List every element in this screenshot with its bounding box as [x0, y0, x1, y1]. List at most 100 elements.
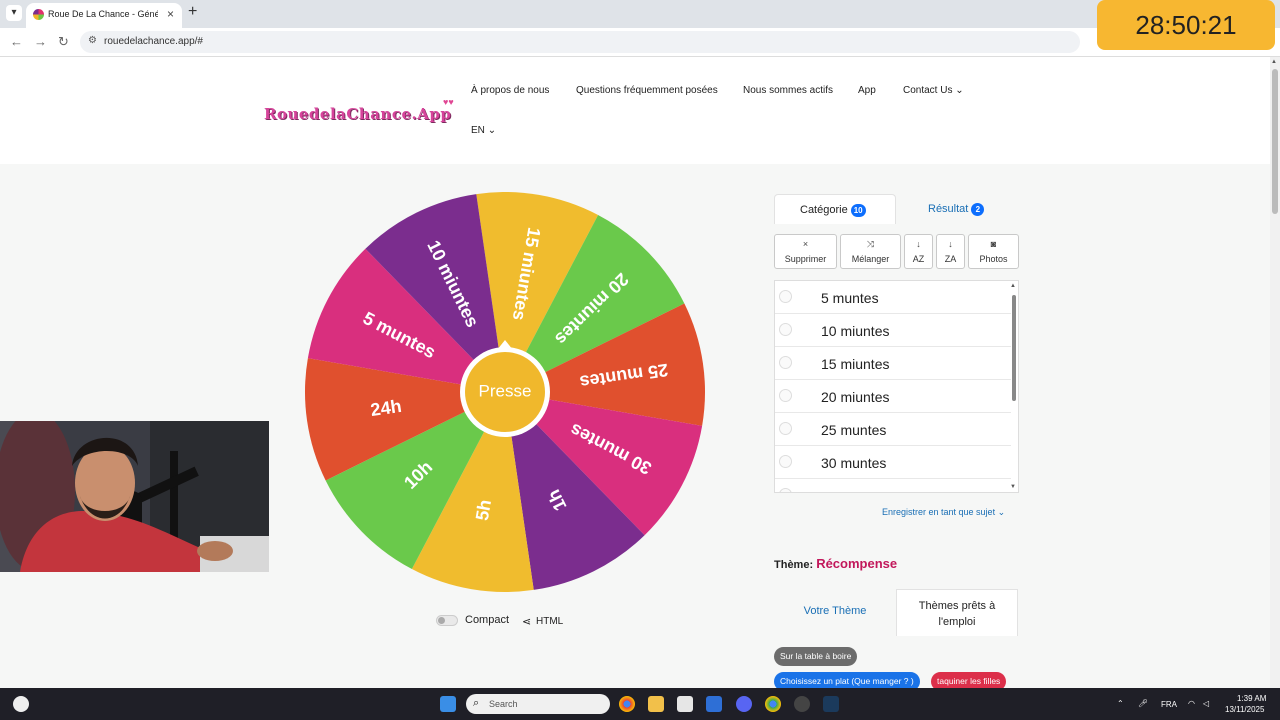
- taskbar-search[interactable]: ⌕ Search: [466, 694, 610, 714]
- tab-close-icon[interactable]: ×: [167, 7, 174, 21]
- item-radio[interactable]: [779, 455, 792, 468]
- start-icon[interactable]: [440, 696, 456, 712]
- list-item[interactable]: 20 miuntes: [775, 380, 1011, 413]
- list-item-partial[interactable]: [775, 479, 1011, 492]
- item-text[interactable]: 10 miuntes: [821, 323, 889, 339]
- tab-result-label: Résultat 2: [928, 203, 985, 216]
- scroll-up-icon[interactable]: ▲: [1010, 283, 1016, 289]
- nav-app[interactable]: App: [858, 85, 876, 96]
- search-icon: ⌕: [473, 697, 480, 709]
- sort-za-button[interactable]: ↓ ZA: [936, 234, 965, 269]
- item-radio[interactable]: [779, 356, 792, 369]
- tab-category-label: Catégorie 10: [800, 204, 866, 217]
- tab-title: Roue De La Chance - Générate: [48, 9, 158, 19]
- site-logo[interactable]: RouedelaChance.App: [264, 105, 451, 123]
- chrome-active-icon[interactable]: [765, 696, 781, 712]
- wifi-icon[interactable]: ◠: [1188, 699, 1195, 708]
- list-item[interactable]: 30 muntes: [775, 446, 1011, 479]
- url-input[interactable]: ⚙ rouedelachance.app/#: [80, 31, 1080, 53]
- list-item[interactable]: 25 muntes: [775, 413, 1011, 446]
- new-tab-button[interactable]: +: [188, 3, 197, 21]
- delete-button[interactable]: × Supprimer: [774, 234, 837, 269]
- file-explorer-icon[interactable]: [648, 696, 664, 712]
- compact-toggle[interactable]: [436, 615, 458, 626]
- item-text[interactable]: 15 miuntes: [821, 356, 889, 372]
- chevron-down-icon: ⌄: [997, 507, 1006, 517]
- item-radio[interactable]: [779, 389, 792, 402]
- store-icon[interactable]: [677, 696, 693, 712]
- tab-category[interactable]: Catégorie 10: [774, 194, 896, 224]
- tab-category-text: Catégorie: [800, 204, 848, 216]
- spin-wheel[interactable]: 15 miuntes 20 miuntes25 muntes30 muntes1h…: [300, 192, 710, 597]
- list-item[interactable]: 5 muntes: [775, 281, 1011, 314]
- item-text[interactable]: 5 muntes: [821, 290, 879, 306]
- microphone-icon[interactable]: 🎤︎: [1138, 699, 1148, 708]
- html-embed-link[interactable]: HTML: [536, 616, 563, 627]
- theme-chip[interactable]: Choisissez un plat (Que manger ? ): [774, 672, 920, 688]
- language-label: EN: [471, 125, 485, 136]
- spin-button-label[interactable]: Presse: [479, 381, 532, 400]
- item-radio[interactable]: [779, 422, 792, 435]
- tab-list-button[interactable]: ▾: [6, 5, 22, 21]
- result-count-badge: 2: [971, 203, 985, 216]
- mail-icon[interactable]: [706, 696, 722, 712]
- site-favicon-icon: [33, 9, 44, 20]
- item-radio[interactable]: [779, 323, 792, 336]
- list-item[interactable]: 15 miuntes: [775, 347, 1011, 380]
- discord-icon[interactable]: [736, 696, 752, 712]
- widgets-icon[interactable]: [13, 696, 29, 712]
- url-text: rouedelachance.app/#: [104, 36, 203, 47]
- theme-label: Thème:: [774, 559, 814, 571]
- share-icon[interactable]: ⋖: [522, 615, 531, 628]
- item-radio[interactable]: [779, 488, 792, 492]
- address-bar-row: ← → ↻ ⚙ rouedelachance.app/#: [0, 28, 1280, 57]
- list-scroll-thumb[interactable]: [1012, 295, 1016, 401]
- nav-contact[interactable]: Contact Us ⌄: [903, 85, 964, 96]
- tab-own-theme[interactable]: Votre Thème: [774, 589, 896, 636]
- sort-az-button[interactable]: ↓ AZ: [904, 234, 933, 269]
- back-button[interactable]: ←: [10, 34, 23, 49]
- reload-button[interactable]: ↻: [58, 34, 69, 50]
- sort-za-label: ZA: [944, 254, 957, 264]
- scroll-down-icon[interactable]: ▼: [1010, 484, 1016, 490]
- tab-ready-themes[interactable]: Thèmes prêts à l'emploi: [896, 589, 1018, 636]
- item-text[interactable]: 20 miuntes: [821, 389, 889, 405]
- language-select[interactable]: EN ⌄: [471, 125, 496, 136]
- page-scrollbar[interactable]: ▲: [1270, 57, 1280, 688]
- obs-icon[interactable]: [794, 696, 810, 712]
- photos-button[interactable]: ◙ Photos: [968, 234, 1019, 269]
- save-link-text: Enregistrer en tant que sujet: [882, 507, 996, 517]
- chrome-icon[interactable]: [619, 696, 635, 712]
- theme-chip[interactable]: Sur la table à boire: [774, 647, 858, 666]
- item-text[interactable]: 25 muntes: [821, 422, 886, 438]
- browser-tab[interactable]: Roue De La Chance - Générate ×: [26, 3, 182, 28]
- clock-date[interactable]: 13/11/2025: [1225, 705, 1264, 714]
- steam-icon[interactable]: [823, 696, 839, 712]
- nav-about[interactable]: À propos de nous: [471, 85, 549, 96]
- list-scrollbar[interactable]: ▲ ▼: [1009, 281, 1018, 492]
- scroll-up-icon[interactable]: ▲: [1271, 59, 1277, 65]
- theme-tabs: Votre Thème Thèmes prêts à l'emploi: [774, 589, 1019, 636]
- item-radio[interactable]: [779, 290, 792, 303]
- site-info-icon[interactable]: ⚙: [88, 35, 97, 46]
- forward-button[interactable]: →: [34, 34, 47, 49]
- input-language[interactable]: FRA: [1161, 700, 1177, 709]
- page-scroll-thumb[interactable]: [1272, 69, 1278, 214]
- list-item[interactable]: 10 miuntes: [775, 314, 1011, 347]
- camera-icon: ◙: [990, 239, 997, 249]
- shuffle-button[interactable]: ⤨ Mélanger: [840, 234, 901, 269]
- wheel-area: 15 miuntes 20 miuntes 25 muntes 30 muntes 1h…: [300, 192, 710, 597]
- nav-active[interactable]: Nous sommes actifs: [743, 85, 833, 96]
- toggle-knob: [438, 617, 445, 624]
- tab-result[interactable]: Résultat 2: [896, 194, 1018, 224]
- clock-time[interactable]: 1:39 AM: [1237, 694, 1266, 703]
- volume-icon[interactable]: ◁: [1203, 699, 1209, 708]
- nav-faq[interactable]: Questions fréquemment posées: [576, 85, 718, 96]
- browser-tab-bar: ▾ Roue De La Chance - Générate × +: [0, 0, 1280, 28]
- save-as-topic-link[interactable]: Enregistrer en tant que sujet ⌄: [882, 507, 1005, 518]
- tray-chevron-icon[interactable]: ⌃: [1117, 699, 1124, 708]
- theme-chip[interactable]: taquiner les filles: [931, 672, 1007, 688]
- item-text[interactable]: 30 muntes: [821, 455, 886, 471]
- chevron-down-icon: ⌄: [955, 85, 964, 96]
- arrow-down-icon: ↓: [948, 239, 953, 249]
